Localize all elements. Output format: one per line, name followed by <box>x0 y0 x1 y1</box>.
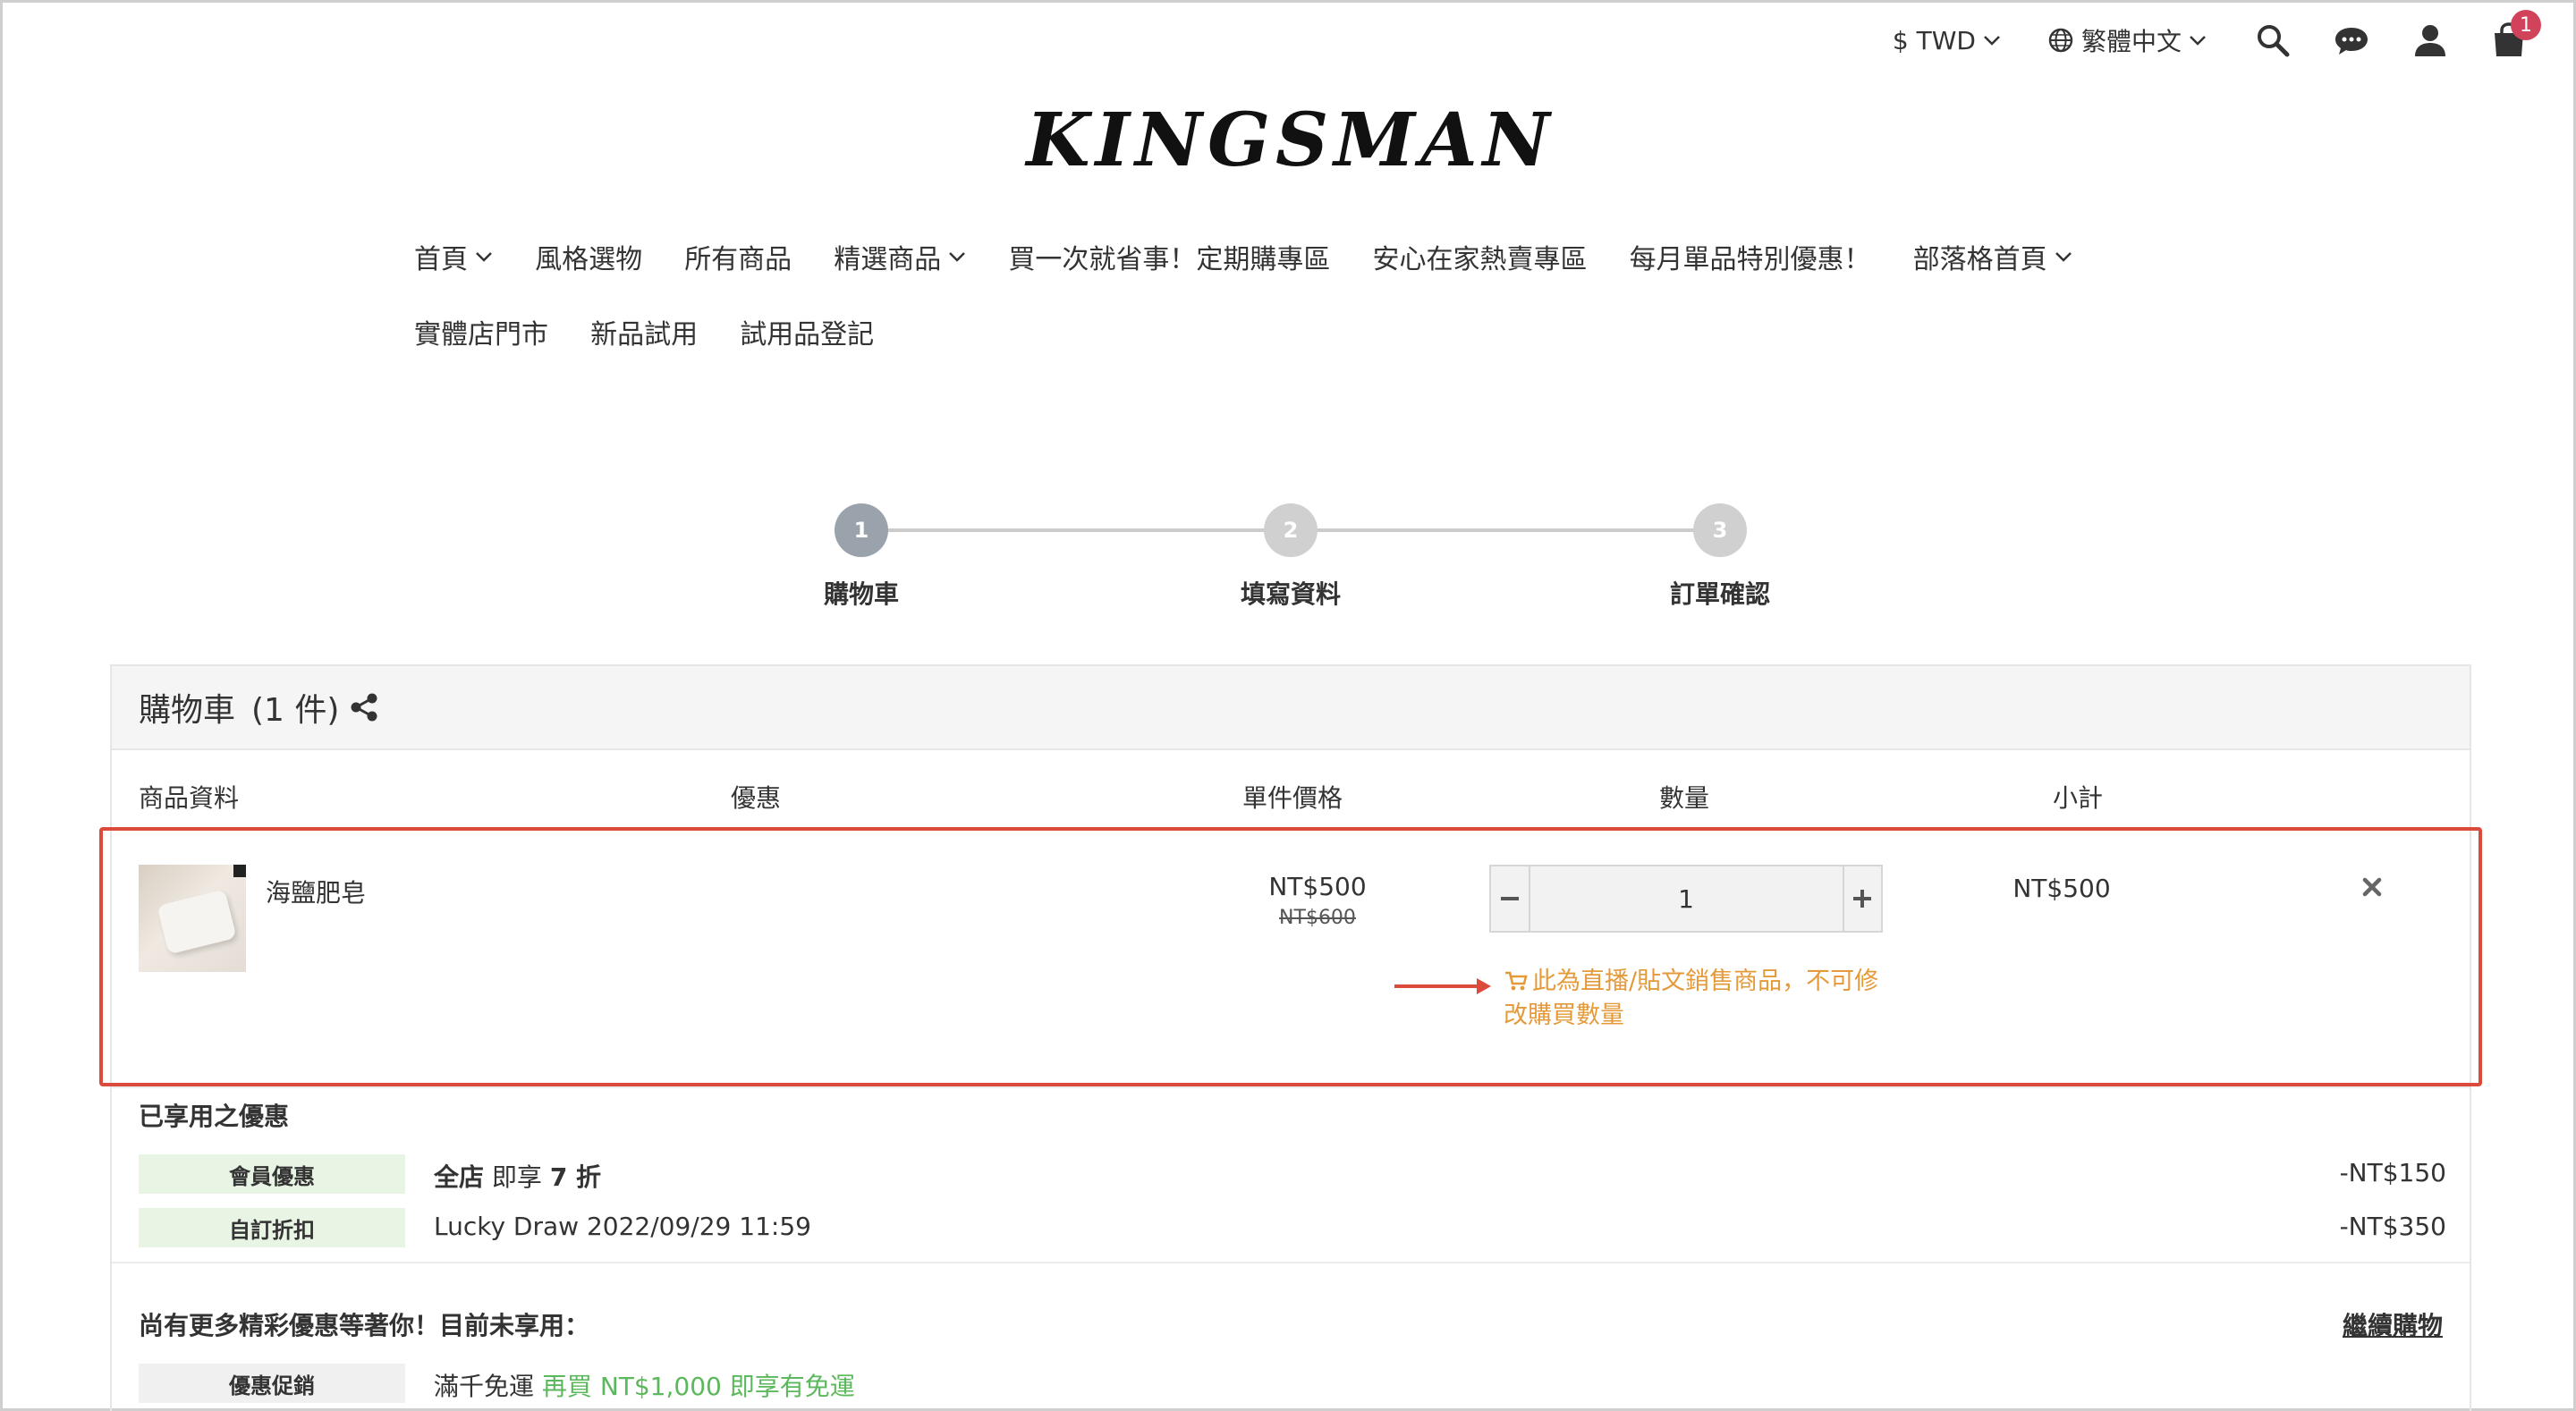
language-label: 繁體中文 <box>2080 27 2182 56</box>
nav-item-featured[interactable]: 精選商品 <box>834 237 966 276</box>
discount-row-custom: 自訂折扣 Lucky Draw 2022/09/29 11:59 -NT$350 <box>139 1208 2446 1249</box>
chevron-down-icon <box>949 252 966 262</box>
step-label: 購物車 <box>823 579 899 609</box>
search-icon <box>2258 25 2290 57</box>
column-header-discount: 優惠 <box>731 783 782 813</box>
discount-description: 全店 即享 7 折 <box>434 1158 601 1194</box>
nav-item-monthly-deals[interactable]: 每月單品特別優惠！ <box>1630 237 1871 276</box>
promo-progress-text: 再買 NT$1,000 即享有免運 <box>541 1372 855 1401</box>
cart-count-badge: 1 <box>2511 10 2541 40</box>
discount-amount: -NT$350 <box>2339 1212 2446 1241</box>
chat-bubble-icon <box>2335 28 2368 55</box>
divider <box>112 1086 2470 1088</box>
divider <box>112 1262 2470 1263</box>
step-number: 1 <box>835 503 888 557</box>
globe-icon <box>2048 28 2073 53</box>
promo-description: 滿千免運 再買 NT$1,000 即享有免運 <box>434 1367 855 1403</box>
language-selector[interactable]: 繁體中文 <box>2047 22 2207 58</box>
nav-item-trial-register[interactable]: 試用品登記 <box>740 312 874 351</box>
cart-header: 購物車 (1 件) <box>112 664 2470 750</box>
discount-row-member: 會員優惠 全店 即享 7 折 -NT$150 <box>139 1154 2446 1196</box>
step-number: 2 <box>1264 503 1318 557</box>
step-cart: 1 購物車 <box>754 500 969 611</box>
share-icon[interactable] <box>348 691 380 723</box>
cart-button[interactable]: 1 <box>2489 10 2541 60</box>
promo-tag: 優惠促銷 <box>139 1364 405 1403</box>
column-header-product: 商品資料 <box>139 783 240 813</box>
discount-tag: 自訂折扣 <box>139 1208 405 1247</box>
main-nav: 首頁 風格選物 所有商品 精選商品 買一次就省事！定期購專區 安心在家熱賣專區 … <box>414 237 2203 276</box>
chevron-down-icon <box>2055 252 2072 262</box>
column-header-unit-price: 單件價格 <box>1242 783 1343 813</box>
main-nav-row-2: 實體店門市 新品試用 試用品登記 <box>414 312 2203 351</box>
annotation-highlight-box <box>99 827 2482 1086</box>
checkout-progress: 1 購物車 2 填寫資料 3 訂單確認 <box>3 500 2576 616</box>
nav-item-label: 精選商品 <box>834 244 942 275</box>
user-icon <box>2415 25 2445 56</box>
promo-row: 優惠促銷 滿千免運 再買 NT$1,000 即享有免運 <box>139 1364 2446 1405</box>
cart-item-count: (1 件) <box>251 692 340 729</box>
step-confirm: 3 訂單確認 <box>1613 500 1827 611</box>
nav-item-style-picks[interactable]: 風格選物 <box>535 237 642 276</box>
applied-discounts-title: 已享用之優惠 <box>139 1102 290 1131</box>
discount-rate: 7 折 <box>549 1162 602 1192</box>
discount-description: Lucky Draw 2022/09/29 11:59 <box>434 1212 811 1241</box>
cart-title: 購物車 <box>139 692 236 729</box>
search-button[interactable] <box>2253 21 2292 60</box>
continue-shopping-link[interactable]: 繼續購物 <box>2343 1306 2443 1342</box>
annotation-arrow-icon <box>1394 978 1491 994</box>
column-header-quantity: 數量 <box>1659 783 1710 813</box>
step-number: 3 <box>1693 503 1747 557</box>
nav-item-all-products[interactable]: 所有商品 <box>684 237 792 276</box>
chevron-down-icon <box>476 252 492 262</box>
discount-amount: -NT$150 <box>2339 1158 2446 1187</box>
nav-item-stores[interactable]: 實體店門市 <box>414 312 548 351</box>
currency-label: $ TWD <box>1892 25 1976 55</box>
nav-item-label: 首頁 <box>414 244 468 275</box>
account-button[interactable] <box>2411 21 2450 60</box>
step-fill-info: 2 填寫資料 <box>1183 500 1398 611</box>
discount-scope: 全店 <box>434 1162 485 1192</box>
nav-item-new-trial[interactable]: 新品試用 <box>590 312 698 351</box>
chevron-down-icon <box>2190 36 2206 46</box>
store-logo[interactable]: KINGSMAN <box>3 97 2576 183</box>
chevron-down-icon <box>1984 36 2000 46</box>
nav-item-home[interactable]: 首頁 <box>414 237 493 276</box>
more-offers-title: 尚有更多精彩優惠等著你！目前未享用： <box>139 1311 590 1340</box>
nav-item-subscription[interactable]: 買一次就省事！定期購專區 <box>1008 237 1330 276</box>
step-label: 填寫資料 <box>1240 579 1341 609</box>
step-label: 訂單確認 <box>1669 579 1770 609</box>
currency-selector[interactable]: $ TWD <box>1893 26 2001 55</box>
column-header-subtotal: 小計 <box>2053 783 2104 813</box>
promo-name: 滿千免運 <box>434 1372 535 1401</box>
nav-item-hot-sales[interactable]: 安心在家熱賣專區 <box>1372 237 1587 276</box>
nav-item-blog[interactable]: 部落格首頁 <box>1913 237 2072 276</box>
discount-tag: 會員優惠 <box>139 1154 405 1194</box>
nav-item-label: 部落格首頁 <box>1912 244 2047 275</box>
messages-button[interactable] <box>2332 21 2371 60</box>
utility-bar: $ TWD 繁體中文 1 <box>1893 10 2541 62</box>
discount-connector: 即享 <box>484 1162 550 1192</box>
